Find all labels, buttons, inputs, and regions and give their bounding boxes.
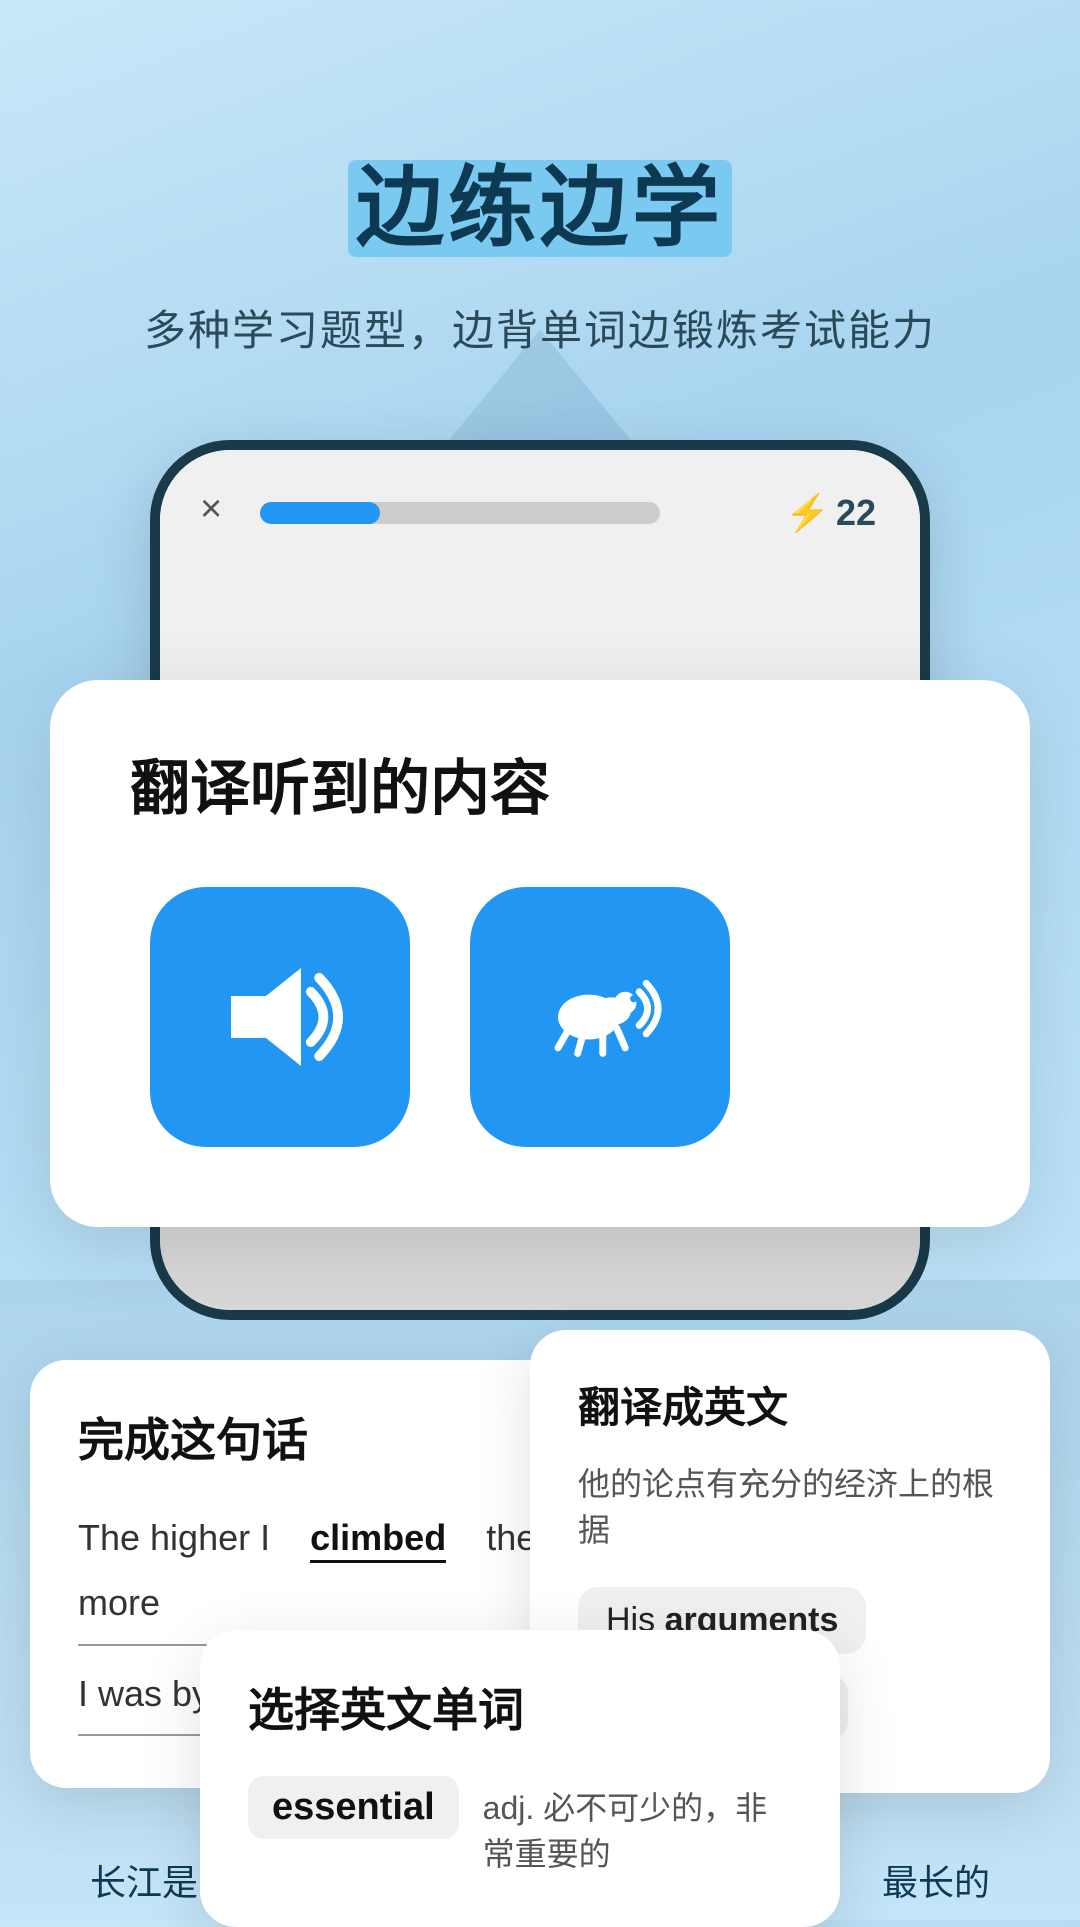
audio-card-title: 翻译听到的内容 xyxy=(130,740,950,827)
select-word-row: essential adj. 必不可少的，非常重要的 xyxy=(248,1776,792,1875)
progress-fill xyxy=(260,502,380,524)
subtitle-text: 多种学习题型，边背单词边锻炼考试能力 xyxy=(0,297,1080,358)
sentence-first-line: The higher I climbed the more xyxy=(78,1506,542,1646)
speaker-icon xyxy=(210,947,350,1087)
sentence-keyword: climbed xyxy=(310,1517,446,1563)
select-word[interactable]: essential xyxy=(248,1776,459,1839)
slow-speaker-button[interactable] xyxy=(470,887,730,1147)
close-button[interactable]: × xyxy=(200,488,222,531)
audio-buttons-row xyxy=(130,887,950,1147)
bottom-label-0: 长江是 xyxy=(90,1854,198,1906)
score-display: ⚡ 22 xyxy=(785,492,876,534)
sentence-card-title: 完成这句话 xyxy=(78,1404,542,1470)
slow-speaker-icon xyxy=(530,947,670,1087)
audio-translation-card: 翻译听到的内容 xyxy=(50,680,1030,1227)
score-value: 22 xyxy=(836,492,876,534)
progress-bar xyxy=(260,502,660,524)
select-definition: adj. 必不可少的，非常重要的 xyxy=(483,1783,792,1875)
speaker-button[interactable] xyxy=(150,887,410,1147)
select-card-title: 选择英文单词 xyxy=(248,1674,792,1740)
translate-source-text: 他的论点有充分的经济上的根据 xyxy=(578,1459,1002,1551)
bottom-label-3: 最长的 xyxy=(882,1854,990,1906)
main-title-text: 边练边学 xyxy=(348,158,732,257)
main-title: 边练边学 xyxy=(0,160,1080,257)
title-section: 边练边学 多种学习题型，边背单词边锻炼考试能力 xyxy=(0,0,1080,358)
sentence-start: The higher I climbed the more xyxy=(78,1517,536,1623)
translate-card-title: 翻译成英文 xyxy=(578,1374,1002,1435)
lightning-icon: ⚡ xyxy=(785,492,830,534)
select-word-card: 选择英文单词 essential adj. 必不可少的，非常重要的 xyxy=(200,1630,840,1927)
